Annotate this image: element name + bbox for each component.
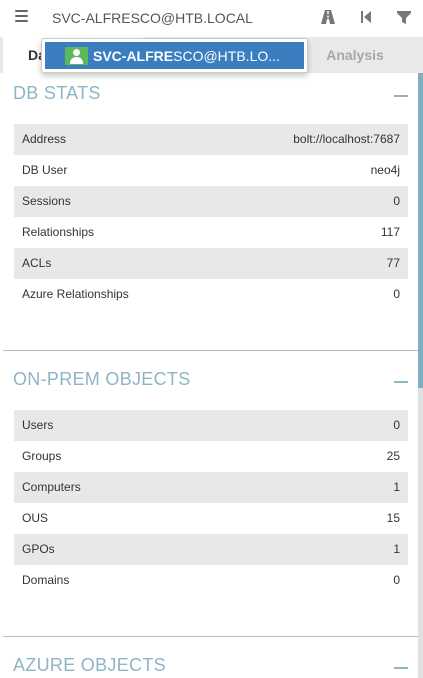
- stat-row: Groups 25: [14, 441, 408, 472]
- autocomplete-rest-text: SCO@HTB.LO...: [173, 47, 280, 64]
- tab-analysis[interactable]: Analysis: [290, 37, 420, 73]
- hamburger-icon[interactable]: [15, 10, 28, 22]
- stat-label: Address: [22, 132, 67, 146]
- stat-row: Sessions 0: [14, 186, 408, 217]
- stat-label: Groups: [22, 449, 62, 463]
- section-divider: [3, 350, 418, 351]
- stat-value: 117: [380, 225, 400, 239]
- stat-value: 77: [386, 256, 400, 270]
- stat-row: Azure Relationships 0: [14, 279, 408, 310]
- minus-icon[interactable]: [394, 95, 408, 97]
- stat-label: Sessions: [22, 194, 71, 208]
- stat-row: Domains 0: [14, 565, 408, 596]
- stat-label: Computers: [22, 480, 81, 494]
- azure-objects-header[interactable]: AZURE OBJECTS: [13, 655, 408, 678]
- stat-row: Relationships 117: [14, 217, 408, 248]
- back-icon[interactable]: [358, 9, 374, 25]
- minus-icon[interactable]: [394, 381, 408, 383]
- stat-row: Address bolt://localhost:7687: [14, 124, 408, 155]
- stat-value: 0: [393, 418, 400, 432]
- stat-row: OUS 15: [14, 503, 408, 534]
- onprem-objects-header[interactable]: ON-PREM OBJECTS: [13, 369, 408, 399]
- stat-value: 0: [393, 573, 400, 587]
- user-icon: [65, 46, 88, 65]
- database-info-panel: DB STATS Address bolt://localhost:7687 DB…: [3, 73, 418, 678]
- stat-value: 1: [393, 542, 400, 556]
- stat-value: bolt://localhost:7687: [293, 132, 400, 146]
- stat-row: Users 0: [14, 410, 408, 441]
- scrollbar[interactable]: [418, 73, 423, 678]
- autocomplete-match-text: SVC-ALFRE: [93, 47, 174, 64]
- section-title: DB STATS: [13, 83, 101, 103]
- stat-row: DB User neo4j: [14, 155, 408, 186]
- stat-value: neo4j: [370, 163, 400, 177]
- stat-value: 1: [393, 480, 400, 494]
- stat-label: ACLs: [22, 256, 52, 270]
- onprem-objects-table: Users 0 Groups 25 Computers 1 OUS 15 GPOs 1 D…: [14, 410, 408, 596]
- scroll-thumb[interactable]: [418, 73, 423, 388]
- stat-row: Computers 1: [14, 472, 408, 503]
- stat-label: Domains: [22, 573, 70, 587]
- db-stats-table: Address bolt://localhost:7687 DB User neo4…: [14, 124, 408, 310]
- stat-label: Relationships: [22, 225, 95, 239]
- autocomplete-dropdown: SVC-ALFRE SCO@HTB.LO...: [41, 38, 308, 73]
- stat-label: GPOs: [22, 542, 55, 556]
- stat-value: 0: [393, 287, 400, 301]
- stat-label: DB User: [22, 163, 68, 177]
- filter-icon[interactable]: [396, 9, 412, 25]
- stat-label: Azure Relationships: [22, 287, 129, 301]
- stat-value: 25: [386, 449, 400, 463]
- stat-label: Users: [22, 418, 54, 432]
- stat-value: 15: [386, 511, 400, 525]
- search-input[interactable]: [52, 8, 307, 28]
- search-bar: [0, 0, 423, 37]
- section-title: ON-PREM OBJECTS: [13, 369, 191, 389]
- section-title: AZURE OBJECTS: [13, 655, 166, 675]
- autocomplete-item[interactable]: SVC-ALFRE SCO@HTB.LO...: [45, 42, 304, 69]
- stat-row: ACLs 77: [14, 248, 408, 279]
- stat-row: GPOs 1: [14, 534, 408, 565]
- road-icon[interactable]: [320, 9, 336, 25]
- section-divider: [3, 636, 418, 637]
- stat-value: 0: [393, 194, 400, 208]
- minus-icon[interactable]: [394, 667, 408, 669]
- stat-label: OUS: [22, 511, 49, 525]
- db-stats-header[interactable]: DB STATS: [13, 83, 408, 113]
